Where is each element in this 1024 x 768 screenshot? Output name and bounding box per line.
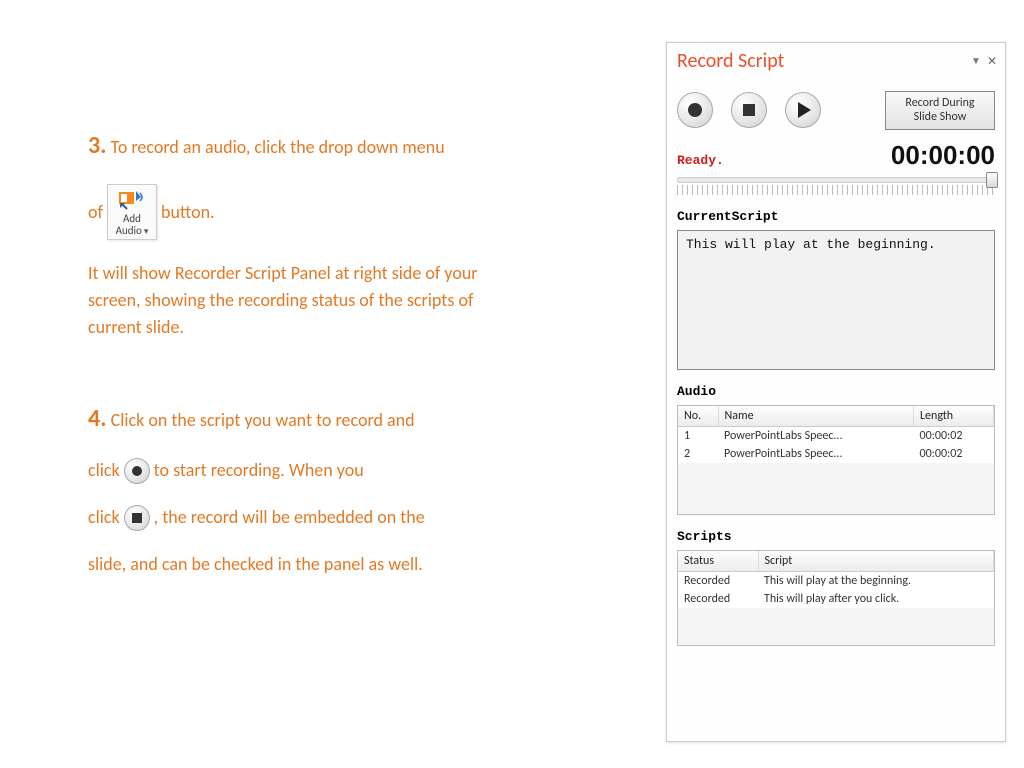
- record-button-inline[interactable]: [124, 458, 150, 484]
- step4-number: 4.: [88, 404, 107, 433]
- record-during-slideshow-button[interactable]: Record During Slide Show: [885, 91, 995, 130]
- record-button[interactable]: [677, 92, 713, 128]
- step4-line4: slide, and can be checked in the panel a…: [88, 551, 518, 578]
- controls-row: Record During Slide Show: [677, 91, 995, 130]
- table-row[interactable]: 1 PowerPointLabs Speec... 00:00:02: [678, 426, 994, 445]
- record-icon: [132, 466, 142, 476]
- step4-text-a: Click on the script you want to record a…: [111, 409, 415, 431]
- panel-title: Record Script: [677, 49, 784, 73]
- current-script-box[interactable]: This will play at the beginning.: [677, 230, 995, 370]
- scripts-label: Scripts: [677, 529, 995, 544]
- add-audio-icon: [119, 189, 145, 211]
- scripts-table-panel: Status Script Recorded This will play at…: [677, 550, 995, 646]
- audio-table-panel: No. Name Length 1 PowerPointLabs Speec..…: [677, 405, 995, 515]
- panel-body: Record During Slide Show Ready. 00:00:00…: [667, 73, 1005, 654]
- step4-line2: click to start recording. When you: [88, 457, 518, 484]
- table-row[interactable]: 2 PowerPointLabs Speec... 00:00:02: [678, 445, 994, 463]
- stop-button[interactable]: [731, 92, 767, 128]
- record-icon: [688, 103, 702, 117]
- step3-line2: of Add Audio▾ button.: [88, 184, 518, 240]
- step3-text-a: To record an audio, click the drop down …: [111, 136, 445, 158]
- audio-header-name[interactable]: Name: [718, 406, 914, 427]
- add-audio-button[interactable]: Add Audio▾: [107, 184, 157, 240]
- close-icon[interactable]: ✕: [987, 54, 997, 69]
- add-audio-label: Add Audio▾: [116, 213, 149, 237]
- chevron-down-icon: ▾: [144, 226, 149, 237]
- step4-line3: click , the record will be embedded on t…: [88, 504, 518, 531]
- panel-dropdown-icon[interactable]: ▼: [971, 54, 981, 69]
- step3-line1: 3. To record an audio, click the drop do…: [88, 128, 518, 164]
- step4-rest: , the record will be embedded on the: [154, 504, 425, 531]
- status-row: Ready. 00:00:00: [677, 140, 995, 171]
- stop-button-inline[interactable]: [124, 505, 150, 531]
- audio-label: Audio: [677, 384, 995, 399]
- step3-description: It will show Recorder Script Panel at ri…: [88, 260, 518, 341]
- step4-click2: click: [88, 504, 120, 531]
- timecode: 00:00:00: [891, 140, 995, 171]
- progress-slider[interactable]: [677, 177, 995, 183]
- play-button[interactable]: [785, 92, 821, 128]
- step4-line1: 4. Click on the script you want to recor…: [88, 401, 518, 437]
- status-ready: Ready.: [677, 153, 724, 168]
- step3-text-of: of: [88, 199, 103, 226]
- scripts-header-status[interactable]: Status: [678, 551, 758, 572]
- slider-ticks: [677, 185, 995, 195]
- step4-click1: click: [88, 457, 120, 484]
- instructions-column: 3. To record an audio, click the drop do…: [88, 128, 518, 598]
- audio-header-length[interactable]: Length: [914, 406, 994, 427]
- audio-table: No. Name Length 1 PowerPointLabs Speec..…: [678, 406, 994, 463]
- step4-start: to start recording. When you: [154, 457, 364, 484]
- record-script-panel: Record Script ▼ ✕ Record During Slide Sh…: [666, 42, 1006, 742]
- current-script-label: CurrentScript: [677, 209, 995, 224]
- step3-text-button: button.: [161, 199, 215, 226]
- stop-icon: [132, 513, 142, 523]
- panel-header: Record Script ▼ ✕: [667, 43, 1005, 73]
- scripts-table: Status Script Recorded This will play at…: [678, 551, 994, 608]
- table-row[interactable]: Recorded This will play after you click.: [678, 590, 994, 608]
- scripts-header-script[interactable]: Script: [758, 551, 994, 572]
- audio-header-no[interactable]: No.: [678, 406, 718, 427]
- play-icon: [798, 102, 811, 118]
- table-row[interactable]: Recorded This will play at the beginning…: [678, 571, 994, 590]
- slider-thumb[interactable]: [986, 172, 998, 188]
- stop-icon: [743, 104, 755, 116]
- step3-number: 3.: [88, 131, 107, 160]
